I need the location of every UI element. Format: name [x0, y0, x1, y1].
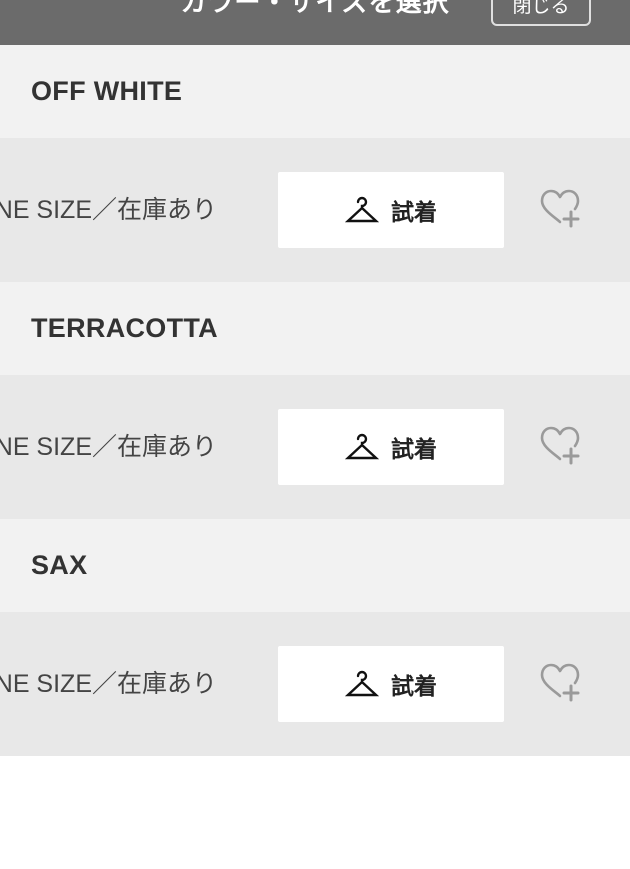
- color-name: OFF WHITE: [31, 76, 183, 106]
- color-name: SAX: [31, 550, 88, 580]
- heart-plus-icon: [540, 189, 580, 228]
- size-row: ONE SIZE／在庫あり 試着: [0, 138, 630, 282]
- color-name: TERRACOTTA: [31, 313, 218, 343]
- color-size-list: OFF WHITE ONE SIZE／在庫あり 試着 TERRACOTTA ON…: [0, 45, 630, 756]
- try-on-button[interactable]: 試着: [278, 646, 504, 722]
- try-on-label: 試着: [391, 199, 437, 225]
- size-stock-label: ONE SIZE／在庫あり: [0, 196, 217, 224]
- heart-plus-icon: [540, 663, 580, 702]
- modal-header: カラー・サイズを選択 閉じる: [0, 0, 630, 45]
- try-on-label: 試着: [391, 673, 437, 699]
- favorite-button[interactable]: [536, 425, 584, 469]
- try-on-button[interactable]: 試着: [278, 409, 504, 485]
- close-button[interactable]: 閉じる: [491, 0, 591, 26]
- hanger-icon: [345, 670, 379, 697]
- try-on-button[interactable]: 試着: [278, 172, 504, 248]
- color-header: SAX: [0, 519, 630, 612]
- favorite-button[interactable]: [536, 662, 584, 706]
- size-stock-label: ONE SIZE／在庫あり: [0, 670, 217, 698]
- size-row: ONE SIZE／在庫あり 試着: [0, 612, 630, 756]
- size-row: ONE SIZE／在庫あり 試着: [0, 375, 630, 519]
- hanger-icon: [345, 196, 379, 223]
- color-header: TERRACOTTA: [0, 282, 630, 375]
- color-header: OFF WHITE: [0, 45, 630, 138]
- size-stock-label: ONE SIZE／在庫あり: [0, 433, 217, 461]
- try-on-label: 試着: [391, 436, 437, 462]
- favorite-button[interactable]: [536, 188, 584, 232]
- heart-plus-icon: [540, 426, 580, 465]
- hanger-icon: [345, 433, 379, 460]
